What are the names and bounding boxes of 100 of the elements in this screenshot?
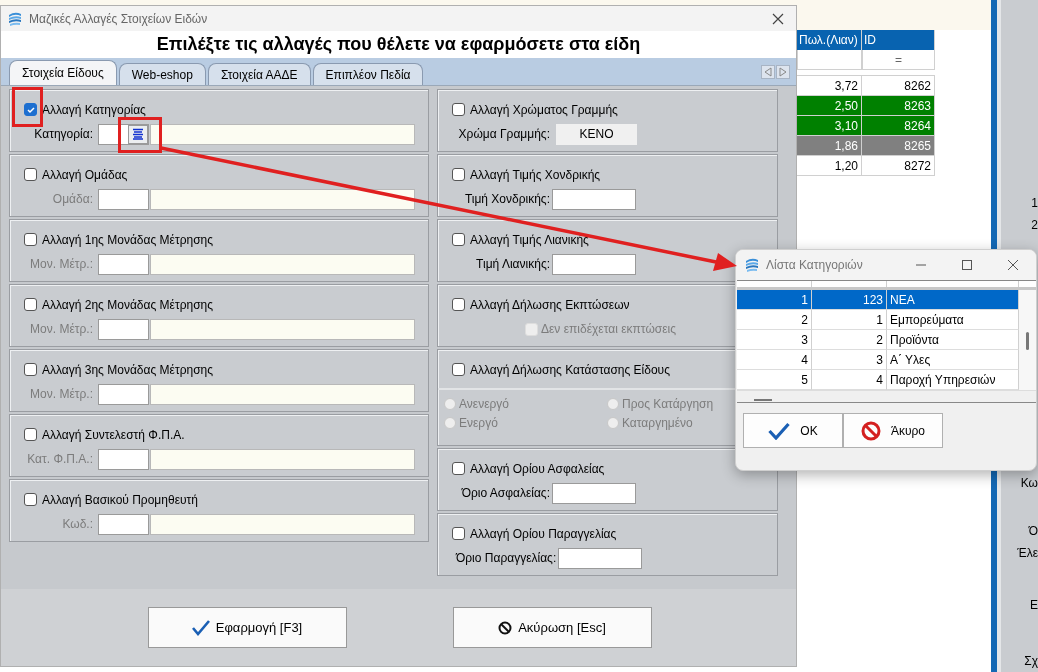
close-icon	[1007, 259, 1019, 271]
field-label: Μον. Μέτρ.:	[29, 387, 94, 401]
checkbox[interactable]	[24, 103, 37, 116]
field-label: Κατ. Φ.Π.Α.:	[26, 452, 94, 466]
field-label: 1	[1031, 196, 1038, 210]
table-row[interactable]: 1 123 ΝΕΑ	[737, 290, 1019, 310]
description-field[interactable]	[150, 188, 415, 210]
checkbox[interactable]	[452, 168, 465, 181]
checkbox[interactable]	[452, 527, 465, 540]
scrollbar-thumb[interactable]	[1026, 332, 1029, 350]
triangle-right-icon	[779, 66, 787, 77]
checkbox-label[interactable]: Αλλαγή Τιμής Χονδρικής	[470, 167, 601, 182]
table-cell: 8265	[862, 136, 935, 156]
input-field[interactable]	[558, 547, 643, 569]
code-field[interactable]	[98, 448, 149, 470]
input-field[interactable]	[552, 188, 636, 210]
checkbox-label[interactable]: Αλλαγή Ορίου Ασφαλείας	[470, 461, 605, 476]
check-icon	[768, 421, 791, 440]
field-label: Όριο Ασφαλείας:	[460, 486, 551, 500]
app-icon	[744, 257, 760, 273]
tab[interactable]: Web-eshop	[118, 63, 206, 85]
field-label: Όριο Παραγγελίας:	[456, 551, 558, 565]
field-label: Κωδ.:	[61, 517, 94, 531]
table-cell: 3	[737, 330, 812, 350]
prohibited-icon	[860, 420, 881, 441]
check-icon	[25, 104, 36, 115]
field-label: Μον. Μέτρ.:	[29, 322, 94, 336]
input-field[interactable]	[552, 482, 636, 504]
table-cell: 2	[737, 310, 812, 330]
cancel-button[interactable]: Άκυρο	[843, 413, 943, 448]
description-field[interactable]	[150, 123, 415, 145]
check-icon	[191, 619, 210, 636]
field-label: Τιμή Λιανικής:	[475, 257, 551, 271]
table-cell: 3	[812, 350, 887, 370]
checkbox[interactable]	[452, 462, 465, 475]
list-icon	[132, 128, 144, 140]
field-label: Έλε	[1017, 546, 1038, 560]
table-cell: 8272	[862, 156, 935, 176]
table-row[interactable]: 3 2 Προϊόντα	[737, 330, 1019, 350]
description-field[interactable]	[150, 253, 415, 275]
checkbox[interactable]	[452, 363, 465, 376]
scrollbar-thumb[interactable]	[754, 399, 772, 401]
table-cell: 3,72	[797, 76, 862, 96]
lookup-button[interactable]	[128, 124, 148, 144]
tab[interactable]: Στοιχεία Είδους	[9, 60, 117, 85]
ok-button[interactable]: OK	[743, 413, 843, 448]
code-field[interactable]	[98, 513, 149, 535]
table-cell: ΝΕΑ	[887, 290, 1019, 310]
window-title: Λίστα Κατηγοριών	[766, 258, 864, 272]
checkbox[interactable]	[452, 233, 465, 246]
table-cell: 1	[812, 310, 887, 330]
color-field[interactable]: ΚΕΝΟ	[556, 123, 637, 145]
scroll-right-button[interactable]	[776, 64, 790, 79]
checkbox[interactable]	[452, 298, 465, 311]
field-label: Σχ	[1024, 654, 1038, 668]
scrollbar[interactable]	[1019, 290, 1036, 390]
app-icon	[7, 10, 23, 27]
table-cell: 2	[812, 330, 887, 350]
filter-field[interactable]: =	[862, 50, 935, 70]
filter-field[interactable]	[797, 50, 862, 70]
highlight-frame	[12, 87, 43, 127]
code-field[interactable]	[98, 318, 149, 340]
tab[interactable]: Στοιχεία ΑΑΔΕ	[207, 63, 311, 85]
field-label: Χρώμα Γραμμής:	[457, 127, 551, 141]
triangle-left-icon	[764, 66, 772, 77]
table-cell: 4	[737, 350, 812, 370]
table-cell: 2,50	[797, 96, 862, 116]
input-field[interactable]	[552, 253, 636, 275]
checkbox-label[interactable]: Αλλαγή Ορίου Παραγγελίας	[470, 526, 617, 541]
code-field[interactable]	[98, 188, 149, 210]
description-field[interactable]	[150, 513, 415, 535]
checkbox-label[interactable]: Αλλαγή Χρώματος Γραμμής	[470, 102, 618, 117]
code-field[interactable]	[98, 253, 149, 275]
field-label: 2	[1031, 218, 1038, 232]
table-cell: 1,86	[797, 136, 862, 156]
checkbox-label[interactable]: Αλλαγή Τιμής Λιανικής	[470, 232, 589, 247]
column-header[interactable]: ID	[862, 30, 935, 50]
field-label: Μον. Μέτρ.:	[29, 257, 94, 271]
table-row[interactable]: 4 3 Α΄ Υλες	[737, 350, 1019, 370]
code-field[interactable]	[98, 123, 149, 145]
checkbox-label[interactable]: Αλλαγή Δήλωσης Κατάστασης Είδους	[470, 362, 670, 377]
table-cell: 123	[812, 290, 887, 310]
description-field[interactable]	[150, 383, 415, 405]
checkbox-label[interactable]: Αλλαγή Κατηγορίας	[42, 102, 146, 117]
table-cell: 1,20	[797, 156, 862, 176]
scroll-left-button[interactable]	[761, 64, 775, 79]
tab[interactable]: Επιπλέον Πεδία	[312, 63, 424, 85]
checkbox[interactable]	[452, 103, 465, 116]
description-field[interactable]	[150, 448, 415, 470]
cancel-button[interactable]: Ακύρωση [Esc]	[452, 607, 652, 648]
description-field[interactable]	[150, 318, 415, 340]
column-header[interactable]: Πωλ.(Λιαν)	[797, 30, 862, 50]
field-label: Τιμή Χονδρικής:	[463, 192, 551, 206]
highlight-frame	[118, 117, 162, 153]
checkbox-label[interactable]: Αλλαγή Δήλωσης Εκπτώσεων	[470, 297, 630, 312]
prohibited-icon	[498, 620, 513, 635]
table-row[interactable]: 2 1 Εμπορεύματα	[737, 310, 1019, 330]
apply-button[interactable]: Εφαρμογή [F3]	[147, 607, 347, 648]
field-label: Ε	[1030, 598, 1038, 612]
code-field[interactable]	[98, 383, 149, 405]
